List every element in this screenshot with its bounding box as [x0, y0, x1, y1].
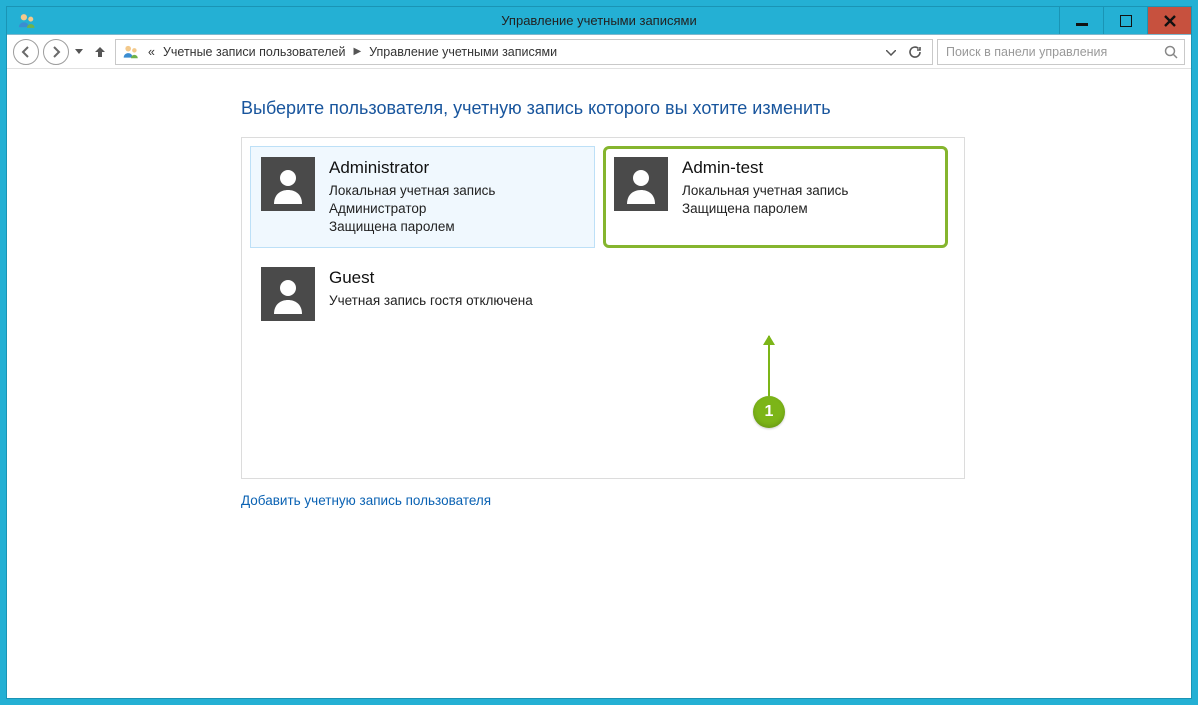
back-button[interactable]: [13, 39, 39, 65]
account-type: Локальная учетная запись: [329, 182, 495, 200]
minimize-icon: [1076, 15, 1088, 27]
account-card-administrator[interactable]: Administrator Локальная учетная запись А…: [250, 146, 595, 248]
avatar-icon: [614, 157, 668, 211]
account-status: Учетная запись гостя отключена: [329, 292, 533, 310]
history-dropdown[interactable]: [73, 47, 85, 57]
refresh-icon: [908, 45, 922, 59]
callout-arrow: [768, 336, 770, 396]
maximize-button[interactable]: [1103, 7, 1147, 34]
chevron-down-icon: [886, 50, 896, 56]
content-area: Выберите пользователя, учетную запись ко…: [7, 70, 1191, 698]
page-heading: Выберите пользователя, учетную запись ко…: [241, 98, 1191, 119]
user-accounts-icon: [17, 11, 37, 31]
account-type: Локальная учетная запись: [682, 182, 848, 200]
maximize-icon: [1120, 15, 1132, 27]
breadcrumb-dropdown[interactable]: [886, 45, 896, 59]
account-password-status: Защищена паролем: [329, 218, 495, 236]
account-card-admin-test[interactable]: Admin-test Локальная учетная запись Защи…: [603, 146, 948, 248]
account-text: Admin-test Локальная учетная запись Защи…: [682, 157, 848, 218]
account-text: Administrator Локальная учетная запись А…: [329, 157, 495, 237]
arrow-left-icon: [19, 45, 33, 59]
up-button[interactable]: [89, 41, 111, 63]
accounts-panel: Administrator Локальная учетная запись А…: [241, 137, 965, 479]
breadcrumb-prefix: «: [148, 45, 155, 59]
breadcrumb-item[interactable]: Учетные записи пользователей: [163, 45, 346, 59]
refresh-button[interactable]: [904, 45, 926, 59]
titlebar: Управление учетными записями: [7, 7, 1191, 35]
breadcrumb-item[interactable]: Управление учетными записями: [369, 45, 557, 59]
account-card-guest[interactable]: Guest Учетная запись гостя отключена: [250, 256, 595, 352]
window-controls: [1059, 7, 1191, 34]
arrow-right-icon: [49, 45, 63, 59]
annotation-callout: 1: [753, 336, 785, 428]
navbar: « Учетные записи пользователей ▶ Управле…: [7, 35, 1191, 69]
add-user-link[interactable]: Добавить учетную запись пользователя: [241, 493, 491, 508]
close-button[interactable]: [1147, 7, 1191, 34]
account-text: Guest Учетная запись гостя отключена: [329, 267, 533, 310]
account-name: Guest: [329, 267, 533, 290]
avatar-icon: [261, 157, 315, 211]
search-icon: [1164, 45, 1178, 59]
forward-button[interactable]: [43, 39, 69, 65]
callout-number: 1: [753, 396, 785, 428]
account-password-status: Защищена паролем: [682, 200, 848, 218]
address-bar[interactable]: « Учетные записи пользователей ▶ Управле…: [115, 39, 933, 65]
close-icon: [1164, 15, 1176, 27]
arrow-up-icon: [93, 45, 107, 59]
account-role: Администратор: [329, 200, 495, 218]
window-title: Управление учетными записями: [7, 13, 1191, 28]
search-box[interactable]: [937, 39, 1185, 65]
accounts-grid: Administrator Локальная учетная запись А…: [250, 146, 956, 352]
control-panel-window: Управление учетными записями: [6, 6, 1192, 699]
minimize-button[interactable]: [1059, 7, 1103, 34]
avatar-icon: [261, 267, 315, 321]
account-name: Administrator: [329, 157, 495, 180]
chevron-down-icon: [75, 49, 83, 55]
search-input[interactable]: [944, 44, 1164, 60]
chevron-right-icon: ▶: [353, 46, 361, 57]
user-accounts-icon: [122, 43, 140, 61]
account-name: Admin-test: [682, 157, 848, 180]
